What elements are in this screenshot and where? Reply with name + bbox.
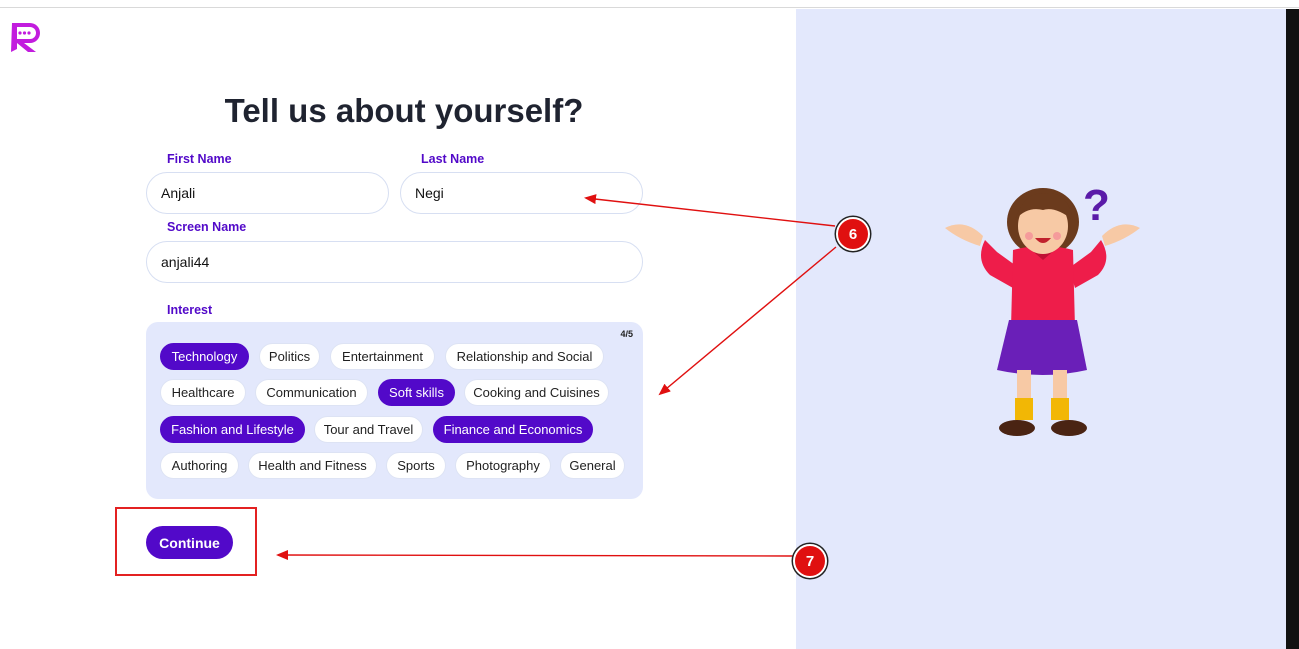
- interest-selector: 4/5 Technology Politics Entertainment Re…: [146, 322, 643, 499]
- last-name-label: Last Name: [421, 152, 485, 166]
- interest-chip-authoring[interactable]: Authoring: [160, 452, 239, 479]
- first-name-label: First Name: [167, 152, 232, 166]
- interest-chip-general[interactable]: General: [560, 452, 625, 479]
- interest-chip-soft-skills[interactable]: Soft skills: [378, 379, 455, 406]
- arrow-to-continue: [276, 550, 794, 561]
- last-name-field[interactable]: Negi: [400, 172, 643, 214]
- interest-chip-politics[interactable]: Politics: [259, 343, 320, 370]
- screen-name-value: anjali44: [161, 254, 210, 270]
- interest-chip-relationship-social[interactable]: Relationship and Social: [445, 343, 604, 370]
- interest-chip-health-fitness[interactable]: Health and Fitness: [248, 452, 377, 479]
- interest-chip-fashion-lifestyle[interactable]: Fashion and Lifestyle: [160, 416, 305, 443]
- top-border: [0, 0, 1299, 8]
- screen-name-label: Screen Name: [167, 220, 247, 234]
- interest-chip-finance-economics[interactable]: Finance and Economics: [433, 416, 593, 443]
- confused-girl-illustration-icon: ?: [945, 181, 1140, 436]
- interest-chip-entertainment[interactable]: Entertainment: [330, 343, 435, 370]
- first-name-field[interactable]: Anjali: [146, 172, 389, 214]
- annotation-badge-7: 7: [793, 544, 827, 578]
- interest-chip-sports[interactable]: Sports: [386, 452, 446, 479]
- interest-chip-tour-travel[interactable]: Tour and Travel: [314, 416, 423, 443]
- svg-text:?: ?: [1083, 181, 1110, 230]
- page-title: Tell us about yourself?: [224, 92, 584, 129]
- interest-chip-technology[interactable]: Technology: [160, 343, 249, 370]
- continue-highlight-box: [115, 507, 257, 576]
- last-name-value: Negi: [415, 185, 444, 201]
- interest-chip-communication[interactable]: Communication: [255, 379, 368, 406]
- interest-count: 4/5: [620, 329, 633, 339]
- interest-chip-cooking-cuisines[interactable]: Cooking and Cuisines: [464, 379, 609, 406]
- annotation-badge-6: 6: [836, 217, 870, 251]
- interest-chip-photography[interactable]: Photography: [455, 452, 551, 479]
- first-name-value: Anjali: [161, 185, 196, 201]
- screen-name-field[interactable]: anjali44: [146, 241, 643, 283]
- app-logo-icon[interactable]: [8, 18, 44, 54]
- interest-chip-healthcare[interactable]: Healthcare: [160, 379, 246, 406]
- window-edge: [1286, 9, 1299, 649]
- interest-label: Interest: [167, 303, 213, 317]
